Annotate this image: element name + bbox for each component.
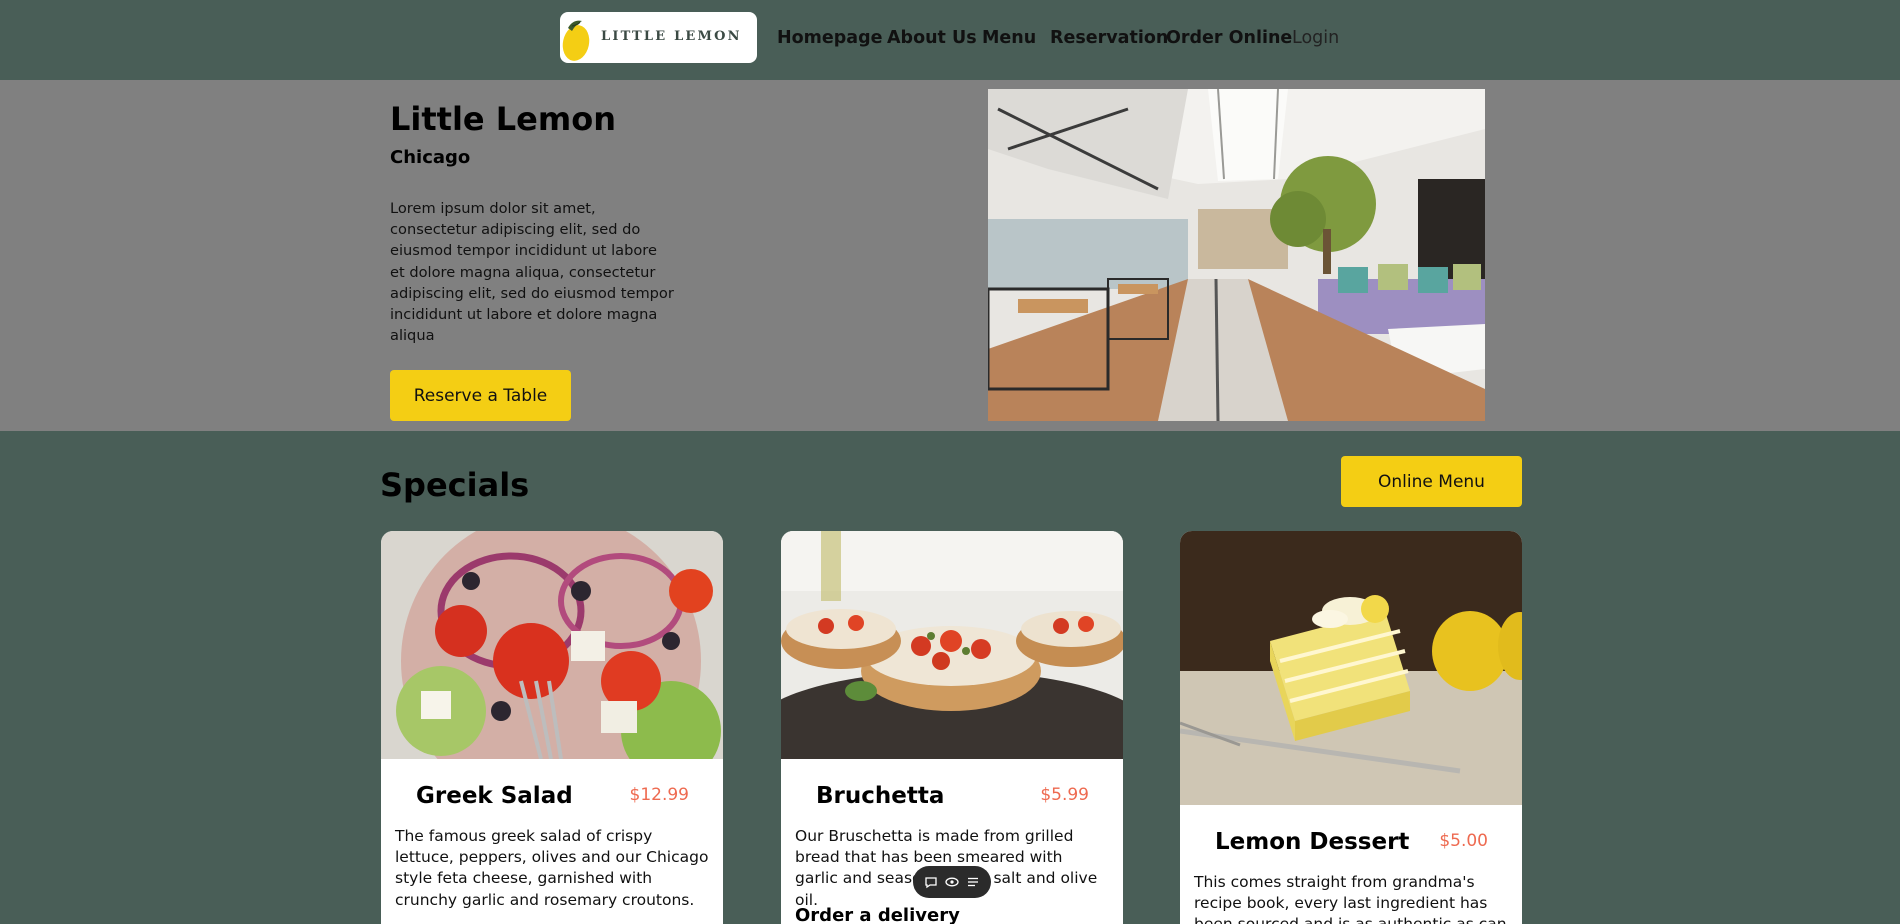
- card-title: Lemon Dessert: [1215, 829, 1410, 855]
- nav-link-login[interactable]: Login: [1292, 28, 1339, 48]
- logo-text: LITTLE LEMON: [601, 29, 742, 44]
- nav-link-order-online[interactable]: Order Online: [1166, 28, 1292, 48]
- reserve-table-button[interactable]: Reserve a Table: [390, 370, 571, 421]
- order-delivery-link[interactable]: Order a delivery: [795, 905, 960, 924]
- card-price: $5.99: [1040, 785, 1089, 805]
- card-title: Greek Salad: [416, 783, 573, 809]
- bruchetta-photo: [781, 531, 1123, 791]
- hero-section: [0, 80, 1900, 431]
- nav-link-menu[interactable]: Menu: [982, 28, 1036, 48]
- hero-subtitle: Chicago: [390, 147, 471, 168]
- top-nav: LITTLE LEMON Homepage About Us Menu Rese…: [0, 0, 1900, 80]
- card-price: $12.99: [629, 785, 689, 805]
- hero-description: Lorem ipsum dolor sit amet, consectetur …: [390, 200, 674, 345]
- nav-link-about-us[interactable]: About Us: [887, 28, 977, 48]
- floating-toolbar: [913, 866, 991, 898]
- logo[interactable]: LITTLE LEMON: [560, 12, 757, 63]
- nav-link-homepage[interactable]: Homepage: [777, 28, 883, 48]
- specials-title: Specials: [380, 466, 530, 504]
- special-card-lemon-dessert[interactable]: Lemon Dessert $5.00 This comes straight …: [1180, 531, 1522, 924]
- lemon-dessert-photo: [1180, 531, 1522, 805]
- nav-link-reservation[interactable]: Reservation: [1050, 28, 1168, 48]
- eye-icon[interactable]: [945, 875, 959, 889]
- list-icon[interactable]: [966, 875, 980, 889]
- lemon-icon: [562, 20, 590, 61]
- card-title: Bruchetta: [816, 783, 945, 809]
- special-card-greek-salad[interactable]: Greek Salad $12.99 The famous greek sala…: [381, 531, 723, 924]
- card-description: The famous greek salad of crispy lettuce…: [395, 827, 709, 909]
- card-description: This comes straight from grandma's recip…: [1194, 873, 1507, 924]
- online-menu-button[interactable]: Online Menu: [1341, 456, 1522, 507]
- chat-icon[interactable]: [924, 875, 938, 889]
- restaurant-photo: [988, 89, 1485, 421]
- card-price: $5.00: [1439, 831, 1488, 851]
- hero-title: Little Lemon: [390, 100, 616, 138]
- greek-salad-photo: [381, 531, 723, 811]
